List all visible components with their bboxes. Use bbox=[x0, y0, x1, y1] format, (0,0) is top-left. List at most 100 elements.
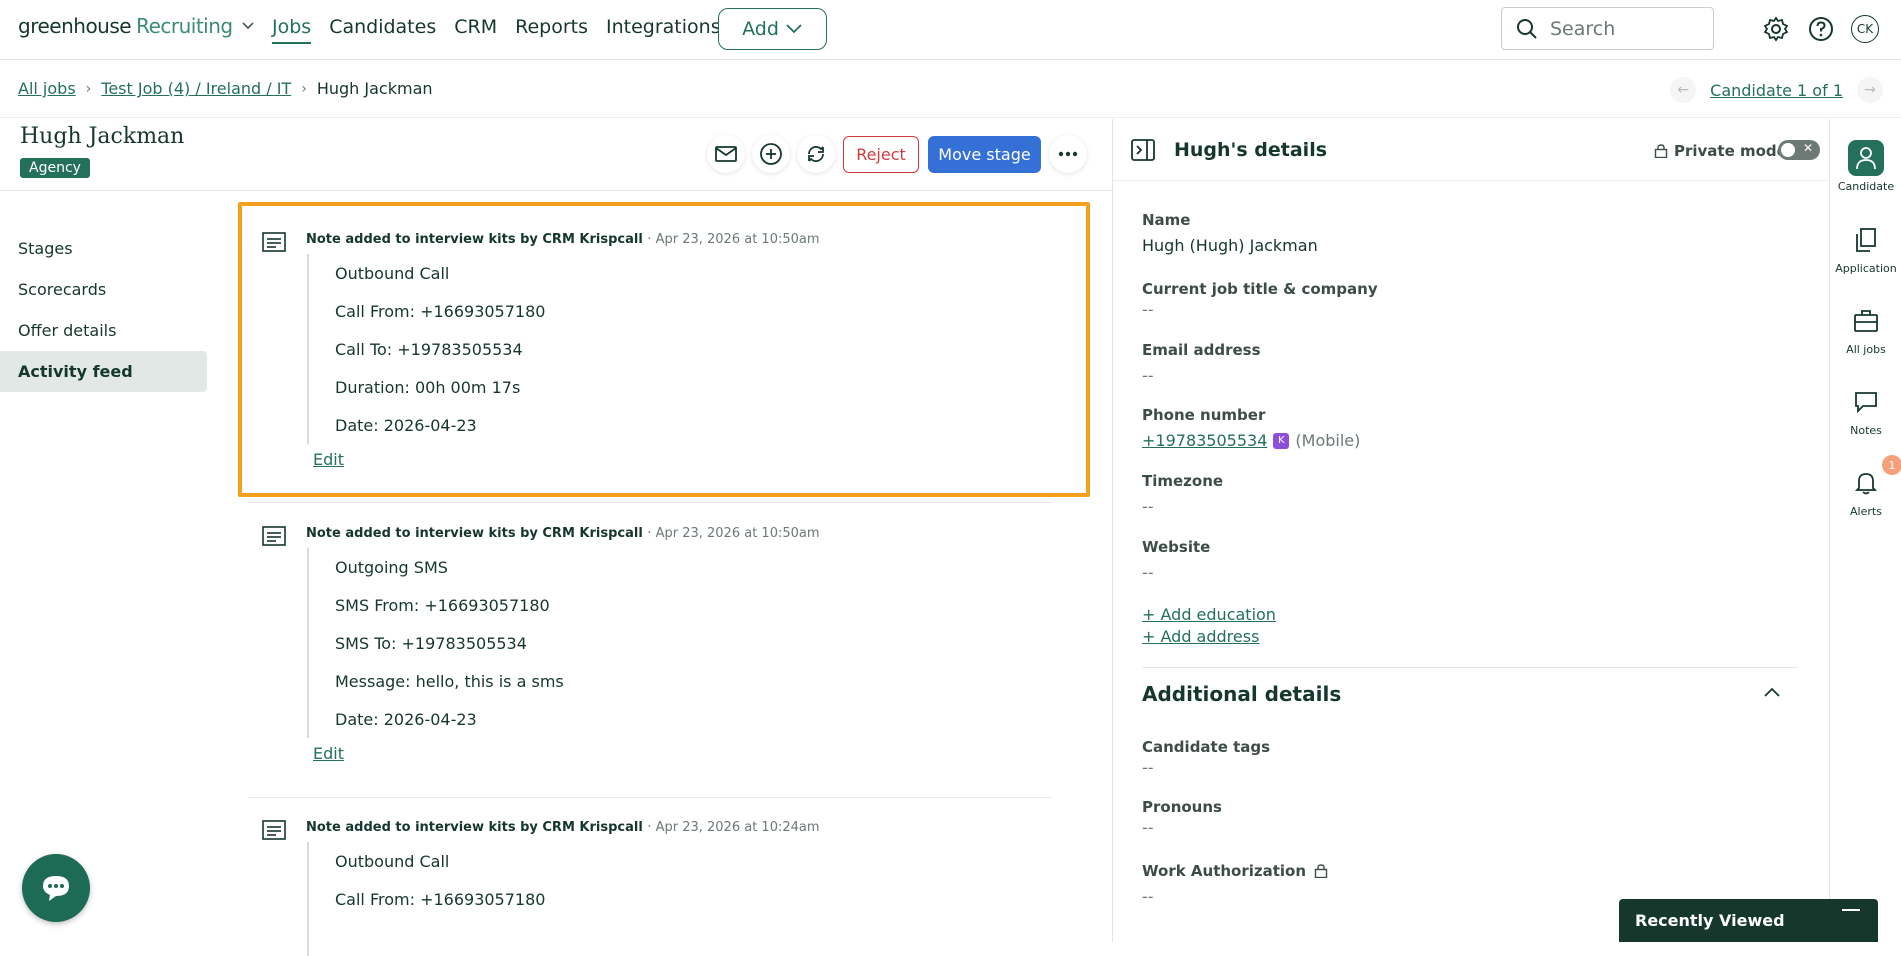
feed-entry-header: Note added to interview kits by CRM Kris… bbox=[306, 526, 820, 541]
edit-note-link[interactable]: Edit bbox=[313, 450, 344, 469]
feed-line: Date: 2026-04-23 bbox=[335, 709, 477, 729]
chat-button[interactable] bbox=[22, 854, 90, 922]
section-offer-details[interactable]: Offer details bbox=[0, 310, 207, 351]
email-button[interactable] bbox=[707, 135, 745, 173]
rail-label: Notes bbox=[1850, 424, 1882, 437]
recently-viewed-bar[interactable]: Recently Viewed bbox=[1619, 899, 1878, 942]
additional-details-title: Additional details bbox=[1142, 682, 1342, 706]
rail-candidate[interactable]: Candidate bbox=[1830, 140, 1901, 193]
collapse-panel-icon[interactable] bbox=[1131, 139, 1155, 161]
nav-reports[interactable]: Reports bbox=[515, 16, 588, 44]
feed-entry: Note added to interview kits by CRM Kris… bbox=[240, 498, 1087, 792]
rail-application[interactable]: Application bbox=[1830, 222, 1901, 275]
chat-bubble-icon bbox=[43, 876, 69, 901]
section-activity-feed[interactable]: Activity feed bbox=[0, 351, 207, 392]
right-rail: Candidate Application All jobs Notes 1 A… bbox=[1829, 119, 1901, 942]
field-value: Hugh (Hugh) Jackman bbox=[1142, 236, 1318, 255]
chevron-down-icon bbox=[242, 22, 254, 30]
phone-type: (Mobile) bbox=[1295, 431, 1361, 450]
field-value: -- bbox=[1142, 300, 1154, 319]
chevron-down-icon bbox=[786, 24, 802, 34]
rail-label: Alerts bbox=[1850, 505, 1882, 518]
add-button[interactable]: Add bbox=[718, 8, 827, 50]
reject-button[interactable]: Reject bbox=[843, 136, 919, 173]
timezone-field: Timezone -- bbox=[1142, 472, 1223, 516]
more-options-button[interactable] bbox=[1049, 135, 1087, 173]
rail-all-jobs[interactable]: All jobs bbox=[1830, 303, 1901, 356]
recently-viewed-label: Recently Viewed bbox=[1635, 911, 1785, 930]
app-logo[interactable]: greenhouse Recruiting bbox=[18, 14, 255, 38]
email-field: Email address -- bbox=[1142, 341, 1261, 385]
nav-jobs[interactable]: Jobs bbox=[272, 16, 312, 44]
chevron-up-icon[interactable] bbox=[1763, 686, 1781, 698]
candidate-name: Hugh Jackman bbox=[20, 124, 185, 149]
section-scorecards[interactable]: Scorecards bbox=[0, 269, 207, 310]
search-input[interactable] bbox=[1550, 17, 1700, 40]
top-navigation: greenhouse Recruiting Jobs Candidates CR… bbox=[0, 0, 1901, 60]
add-education-link[interactable]: + Add education bbox=[1142, 605, 1276, 624]
section-stages[interactable]: Stages bbox=[0, 228, 207, 269]
field-label: Work Authorization bbox=[1142, 862, 1307, 880]
add-action-button[interactable] bbox=[752, 135, 790, 173]
search-box[interactable] bbox=[1501, 7, 1714, 50]
plus-circle-icon bbox=[760, 143, 782, 165]
mail-icon bbox=[715, 146, 737, 162]
feed-entry: Note added to interview kits by CRM Kris… bbox=[240, 204, 1087, 498]
edit-note-link[interactable]: Edit bbox=[313, 744, 344, 763]
field-label: Pronouns bbox=[1142, 798, 1222, 816]
refresh-icon bbox=[808, 146, 824, 162]
add-address-link[interactable]: + Add address bbox=[1142, 627, 1259, 646]
breadcrumb-all-jobs[interactable]: All jobs bbox=[18, 79, 76, 98]
feed-entry-header: Note added to interview kits by CRM Kris… bbox=[306, 820, 820, 835]
feed-line: Call From: +16693057180 bbox=[335, 301, 546, 321]
more-horizontal-icon bbox=[1058, 151, 1078, 157]
name-field: Name Hugh (Hugh) Jackman bbox=[1142, 211, 1318, 255]
feed-line: Call To: +19783505534 bbox=[335, 339, 523, 359]
krispcall-icon[interactable]: K bbox=[1273, 432, 1290, 449]
transfer-button[interactable] bbox=[797, 135, 835, 173]
user-avatar[interactable]: CK bbox=[1851, 15, 1879, 43]
move-stage-button[interactable]: Move stage bbox=[928, 136, 1041, 173]
feed-line: Outbound Call bbox=[335, 851, 450, 871]
nav-crm[interactable]: CRM bbox=[454, 16, 497, 44]
note-icon bbox=[262, 232, 286, 252]
feed-entry-body: Outgoing SMS SMS From: +16693057180 SMS … bbox=[307, 548, 1087, 738]
nav-integrations[interactable]: Integrations bbox=[606, 16, 721, 44]
work-authorization-field: Work Authorization -- bbox=[1142, 862, 1328, 906]
header-divider bbox=[0, 190, 1112, 191]
breadcrumb-job[interactable]: Test Job (4) / Ireland / IT bbox=[101, 79, 291, 98]
feed-entry-title: Note added to interview kits by CRM Kris… bbox=[306, 232, 643, 247]
details-header: Hugh's details Private mode ✕ bbox=[1113, 119, 1830, 181]
rail-label: Application bbox=[1835, 262, 1897, 275]
field-value: -- bbox=[1142, 887, 1154, 906]
field-label-row: Work Authorization bbox=[1142, 862, 1328, 880]
nav-candidates[interactable]: Candidates bbox=[329, 16, 436, 44]
feed-line: Duration: 00h 00m 17s bbox=[335, 377, 521, 397]
private-mode-toggle[interactable]: ✕ bbox=[1778, 140, 1820, 160]
logo-text: greenhouse bbox=[18, 14, 132, 38]
feed-line: Outgoing SMS bbox=[335, 557, 448, 577]
breadcrumb: All jobs › Test Job (4) / Ireland / IT ›… bbox=[18, 79, 433, 98]
feed-line: Call From: +16693057180 bbox=[335, 889, 546, 909]
phone-link[interactable]: +19783505534 bbox=[1142, 431, 1267, 450]
rail-notes[interactable]: Notes bbox=[1830, 384, 1901, 437]
note-icon bbox=[262, 526, 286, 546]
candidate-tags-field: Candidate tags -- bbox=[1142, 738, 1270, 777]
alerts-count-badge: 1 bbox=[1882, 455, 1901, 475]
help-icon[interactable] bbox=[1808, 16, 1834, 42]
field-value: -- bbox=[1142, 497, 1154, 516]
feed-entry-header: Note added to interview kits by CRM Kris… bbox=[306, 232, 820, 247]
pronouns-field: Pronouns -- bbox=[1142, 798, 1222, 837]
candidate-section-nav: Stages Scorecards Offer details Activity… bbox=[0, 228, 207, 392]
candidate-pager-label[interactable]: Candidate 1 of 1 bbox=[1710, 81, 1843, 100]
minimize-icon[interactable] bbox=[1842, 909, 1860, 911]
gear-icon[interactable] bbox=[1763, 16, 1789, 42]
feed-line: SMS From: +16693057180 bbox=[335, 595, 550, 615]
arrow-left-icon[interactable]: ← bbox=[1670, 77, 1697, 103]
rail-alerts[interactable]: 1 Alerts bbox=[1830, 455, 1901, 518]
arrow-right-icon[interactable]: → bbox=[1857, 77, 1883, 103]
field-label: Current job title & company bbox=[1142, 280, 1378, 298]
field-value: -- bbox=[1142, 818, 1154, 837]
activity-feed: Note added to interview kits by CRM Kris… bbox=[240, 204, 1087, 956]
chevron-right-icon: › bbox=[85, 80, 92, 97]
